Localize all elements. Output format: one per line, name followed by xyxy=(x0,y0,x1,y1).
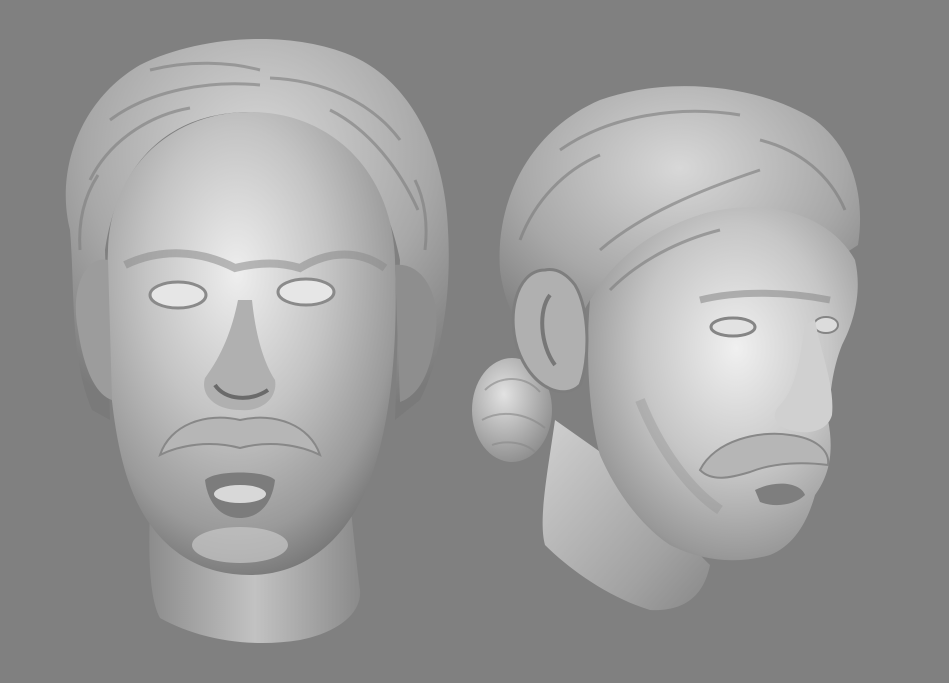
front-teeth xyxy=(214,485,266,503)
front-left-ear xyxy=(75,259,112,400)
side-right-eye xyxy=(813,316,839,334)
scene-canvas xyxy=(65,38,861,644)
side-head-model[interactable] xyxy=(472,86,861,611)
3d-viewport[interactable] xyxy=(0,0,949,683)
front-right-eye xyxy=(276,277,336,307)
front-left-eye xyxy=(148,280,208,310)
side-left-eye xyxy=(709,316,757,338)
front-head-model[interactable] xyxy=(65,38,449,644)
front-chin xyxy=(192,527,288,563)
